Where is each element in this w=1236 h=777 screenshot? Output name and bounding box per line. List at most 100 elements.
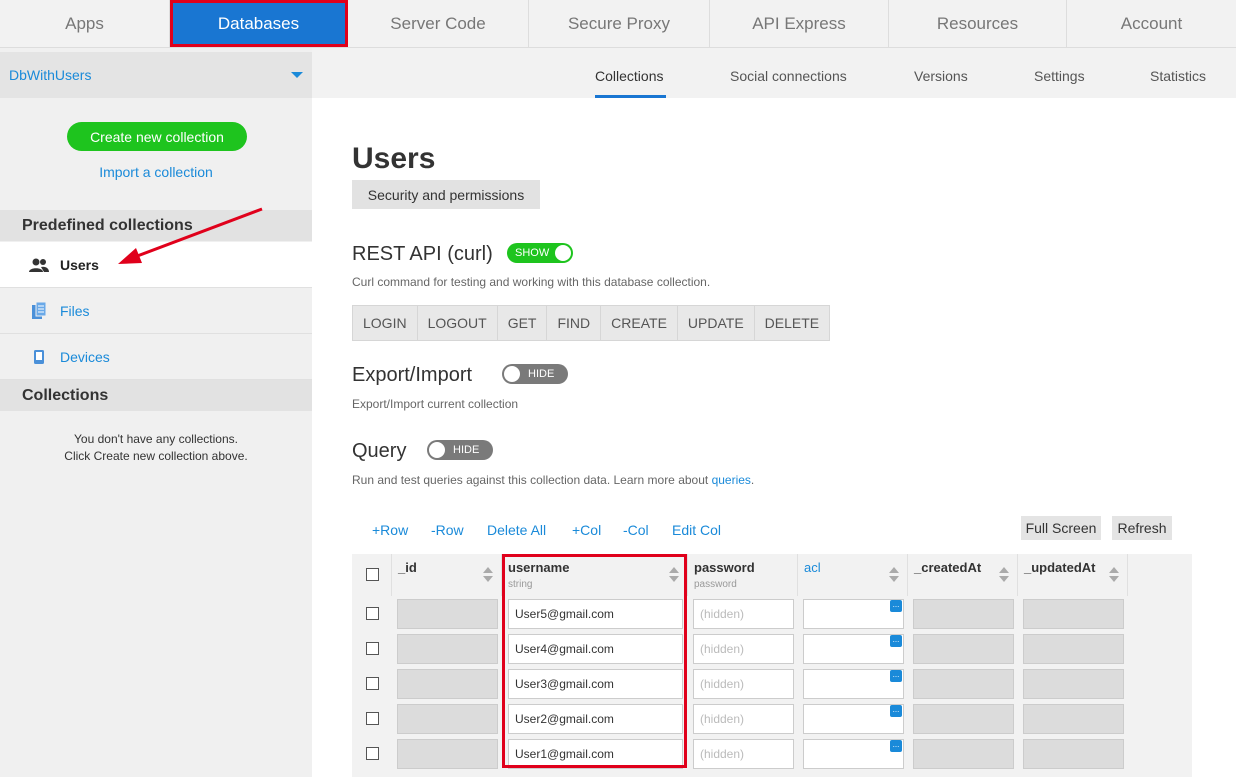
id-cell[interactable] (397, 669, 498, 699)
column-header-acl[interactable]: acl (798, 554, 908, 596)
curl-login-button[interactable]: LOGIN (353, 306, 418, 340)
username-cell[interactable]: User2@gmail.com (508, 704, 683, 734)
collections-header: Collections (0, 380, 312, 411)
tab-resources[interactable]: Resources (889, 0, 1067, 47)
export-import-title: Export/Import (352, 364, 473, 386)
database-selector[interactable]: DbWithUsers (0, 52, 312, 98)
acl-cell[interactable] (803, 704, 904, 734)
acl-cell[interactable] (803, 669, 904, 699)
sidebar-item-devices[interactable]: Devices (0, 334, 312, 380)
curl-find-button[interactable]: FIND (547, 306, 602, 340)
import-collection-link[interactable]: Import a collection (0, 164, 312, 180)
query-description: Run and test queries against this collec… (352, 473, 755, 487)
password-cell[interactable]: (hidden) (693, 634, 794, 664)
id-cell[interactable] (397, 634, 498, 664)
acl-edit-icon[interactable]: ... (890, 635, 902, 647)
row-checkbox[interactable] (366, 677, 379, 690)
id-cell[interactable] (397, 599, 498, 629)
row-checkbox[interactable] (366, 642, 379, 655)
acl-edit-icon[interactable]: ... (890, 600, 902, 612)
top-navigation: Apps Databases Server Code Secure Proxy … (0, 0, 1236, 48)
security-permissions-button[interactable]: Security and permissions (352, 180, 540, 209)
sort-icon[interactable] (999, 567, 1009, 583)
curl-create-button[interactable]: CREATE (601, 306, 678, 340)
tab-databases[interactable]: Databases (170, 0, 348, 47)
id-cell[interactable] (397, 704, 498, 734)
created-at-cell[interactable] (913, 599, 1014, 629)
subtab-versions[interactable]: Versions (914, 68, 968, 84)
acl-edit-icon[interactable]: ... (890, 705, 902, 717)
updated-at-cell[interactable] (1023, 669, 1124, 699)
username-cell[interactable]: User4@gmail.com (508, 634, 683, 664)
edit-column-button[interactable]: Edit Col (672, 522, 721, 538)
sort-icon[interactable] (669, 567, 679, 583)
curl-update-button[interactable]: UPDATE (678, 306, 755, 340)
sidebar-item-files[interactable]: Files (0, 288, 312, 334)
sort-icon[interactable] (1109, 567, 1119, 583)
curl-button-group: LOGIN LOGOUT GET FIND CREATE UPDATE DELE… (352, 305, 831, 341)
refresh-button[interactable]: Refresh (1112, 516, 1172, 540)
create-collection-button[interactable]: Create new collection (67, 122, 247, 151)
curl-logout-button[interactable]: LOGOUT (418, 306, 498, 340)
updated-at-cell[interactable] (1023, 704, 1124, 734)
id-cell[interactable] (397, 739, 498, 769)
sidebar-item-label: Users (60, 256, 99, 273)
rest-api-toggle[interactable]: SHOW (507, 243, 573, 263)
password-cell[interactable]: (hidden) (693, 704, 794, 734)
subtab-collections[interactable]: Collections (595, 68, 663, 84)
tab-api-express[interactable]: API Express (710, 0, 889, 47)
sidebar-item-label: Devices (60, 348, 110, 365)
subtab-settings[interactable]: Settings (1034, 68, 1085, 84)
add-column-button[interactable]: +Col (572, 522, 601, 538)
curl-delete-button[interactable]: DELETE (755, 306, 829, 340)
updated-at-cell[interactable] (1023, 599, 1124, 629)
sort-icon[interactable] (889, 567, 899, 583)
updated-at-cell[interactable] (1023, 634, 1124, 664)
created-at-cell[interactable] (913, 704, 1014, 734)
username-cell[interactable]: User3@gmail.com (508, 669, 683, 699)
created-at-cell[interactable] (913, 669, 1014, 699)
row-checkbox[interactable] (366, 712, 379, 725)
tab-account[interactable]: Account (1067, 0, 1236, 47)
active-tab-indicator (595, 95, 666, 98)
full-screen-button[interactable]: Full Screen (1021, 516, 1101, 540)
password-cell[interactable]: (hidden) (693, 739, 794, 769)
remove-row-button[interactable]: -Row (431, 522, 464, 538)
remove-column-button[interactable]: -Col (623, 522, 649, 538)
export-import-description: Export/Import current collection (352, 397, 519, 411)
acl-cell[interactable] (803, 634, 904, 664)
username-cell[interactable]: User5@gmail.com (508, 599, 683, 629)
password-cell[interactable]: (hidden) (693, 599, 794, 629)
subtab-statistics[interactable]: Statistics (1150, 68, 1206, 84)
row-checkbox[interactable] (366, 747, 379, 760)
sort-icon[interactable] (483, 567, 493, 583)
add-row-button[interactable]: +Row (372, 522, 408, 538)
tab-secure-proxy[interactable]: Secure Proxy (529, 0, 710, 47)
data-table: _id username string password password ac… (352, 554, 1192, 777)
created-at-cell[interactable] (913, 739, 1014, 769)
delete-all-button[interactable]: Delete All (487, 522, 546, 538)
column-header-id[interactable]: _id (392, 554, 502, 596)
acl-cell[interactable] (803, 599, 904, 629)
created-at-cell[interactable] (913, 634, 1014, 664)
query-toggle[interactable]: HIDE (427, 440, 493, 460)
tab-server-code[interactable]: Server Code (348, 0, 529, 47)
tab-apps[interactable]: Apps (0, 0, 170, 47)
export-import-toggle[interactable]: HIDE (502, 364, 568, 384)
select-all-checkbox[interactable] (366, 568, 379, 581)
row-checkbox[interactable] (366, 607, 379, 620)
password-cell[interactable]: (hidden) (693, 669, 794, 699)
acl-edit-icon[interactable]: ... (890, 740, 902, 752)
acl-cell[interactable] (803, 739, 904, 769)
column-header-created-at[interactable]: _createdAt (908, 554, 1018, 596)
column-header-username[interactable]: username string (502, 554, 688, 596)
username-cell[interactable]: User1@gmail.com (508, 739, 683, 769)
curl-get-button[interactable]: GET (498, 306, 548, 340)
updated-at-cell[interactable] (1023, 739, 1124, 769)
acl-edit-icon[interactable]: ... (890, 670, 902, 682)
sub-tabs: Collections Social connections Versions … (312, 48, 1236, 98)
column-header-password[interactable]: password password (688, 554, 798, 596)
queries-link[interactable]: queries (712, 473, 751, 487)
column-header-updated-at[interactable]: _updatedAt (1018, 554, 1128, 596)
subtab-social-connections[interactable]: Social connections (730, 68, 847, 84)
